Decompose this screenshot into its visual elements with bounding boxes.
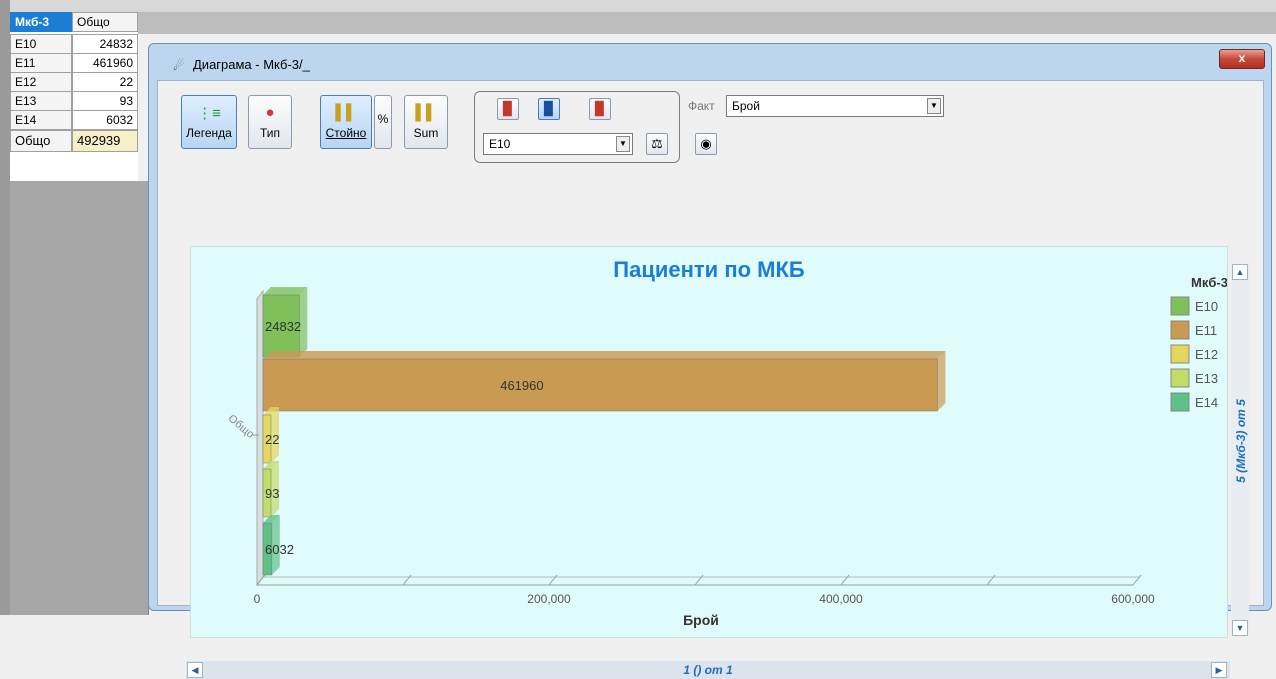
chart-area: Пациенти по МКБ 0 200,000 400,000 600,000 Бро… bbox=[190, 246, 1228, 638]
grid-row-label[interactable]: E11 bbox=[10, 53, 72, 73]
percent-label: % bbox=[377, 112, 389, 126]
fact-select[interactable]: Брой ▼ bbox=[726, 95, 944, 117]
grid-header-bar bbox=[138, 12, 1276, 34]
fact-label: Факт bbox=[688, 99, 715, 113]
grid-total-label[interactable]: Общо bbox=[10, 130, 72, 152]
values-button[interactable]: ▌▌ Стойнo bbox=[320, 95, 372, 149]
chevron-down-icon: ▼ bbox=[616, 136, 630, 152]
grid-empty-area bbox=[10, 181, 149, 615]
pie-chart-icon: ● bbox=[265, 104, 275, 121]
x-tick-label: 600,000 bbox=[1111, 592, 1155, 606]
x-tick-label: 200,000 bbox=[527, 592, 571, 606]
balance-icon[interactable]: ⚖ bbox=[646, 133, 668, 155]
legend-label-E11: E11 bbox=[1195, 323, 1217, 338]
bar-label-E10: 24832 bbox=[265, 319, 301, 334]
scroll-down-icon[interactable]: ▼ bbox=[1232, 620, 1248, 636]
series-select[interactable]: E10 ▼ bbox=[483, 133, 633, 155]
grid-header-total[interactable]: Общо bbox=[72, 12, 138, 32]
bar-stacked-icon[interactable]: ▉ bbox=[589, 98, 611, 120]
legend-swatch-E12 bbox=[1170, 344, 1190, 364]
chart-type-label: Тип bbox=[259, 126, 280, 140]
legend-swatch-E14 bbox=[1170, 392, 1190, 412]
grid-row-value[interactable]: 22 bbox=[72, 72, 138, 92]
grid-row-value[interactable]: 93 bbox=[72, 91, 138, 111]
legend-swatch-E13 bbox=[1170, 368, 1190, 388]
bar-label-E14: 6032 bbox=[265, 542, 294, 557]
bar-chart: Пациенти по МКБ 0 200,000 400,000 600,000 Бро… bbox=[226, 257, 1228, 628]
top-header-strip bbox=[10, 0, 1276, 12]
grid-row-label[interactable]: E14 bbox=[10, 110, 72, 130]
window-client: ⋮≡ Легенда ● Тип ▌▌ Стойнo % ▌▌ Sum ▉ ▉ … bbox=[157, 80, 1264, 679]
x-tick-label: 0 bbox=[254, 592, 261, 606]
legend-label-E13: E13 bbox=[1195, 371, 1218, 386]
chart-type-button[interactable]: ● Тип bbox=[248, 95, 292, 149]
bar-vertical-icon[interactable]: ▉ bbox=[497, 98, 519, 120]
camera-icon[interactable]: ◉ bbox=[695, 133, 717, 155]
sum-bars-icon: ▌▌ bbox=[415, 104, 437, 121]
bar-label-E13: 93 bbox=[265, 486, 279, 501]
grid-row-label[interactable]: E13 bbox=[10, 91, 72, 111]
grid-header-mkb[interactable]: Мкб-3 bbox=[10, 12, 72, 32]
scroll-up-icon[interactable]: ▲ bbox=[1232, 264, 1248, 280]
y-category-label: Общо bbox=[226, 412, 257, 440]
x-tick-label: 400,000 bbox=[819, 592, 863, 606]
scroll-right-icon[interactable]: ▶ bbox=[1211, 662, 1227, 678]
horizontal-scrollbar[interactable]: ◀ 1 () от 1 ▶ bbox=[186, 661, 1230, 679]
bar-label-E11: 461960 bbox=[500, 378, 543, 393]
bar-values-icon: ▌▌ bbox=[335, 104, 357, 121]
legend-label-E12: E12 bbox=[1195, 347, 1218, 362]
values-button-label: Стойнo bbox=[325, 126, 367, 140]
grid-row-label[interactable]: E12 bbox=[10, 72, 72, 92]
vertical-scrollbar[interactable]: ▲ 5 (Мкб-3) от 5 ▼ bbox=[1231, 264, 1249, 636]
left-border bbox=[0, 0, 10, 615]
series-select-value: E10 bbox=[489, 137, 511, 151]
legend-button[interactable]: ⋮≡ Легенда bbox=[181, 95, 237, 149]
percent-button[interactable]: % bbox=[374, 95, 392, 149]
grid-row-value[interactable]: 6032 bbox=[72, 110, 138, 130]
window-title: Диаграма - Мкб-3/_ bbox=[193, 57, 310, 72]
bar-side-E11 bbox=[937, 351, 946, 411]
window-titlebar[interactable]: ☄ Диаграма - Мкб-3/_ x bbox=[149, 44, 1271, 82]
legend-label-E10: E10 bbox=[1195, 299, 1218, 314]
bar-grouped-icon[interactable]: ▉ bbox=[538, 98, 560, 120]
bar-E11 bbox=[262, 358, 938, 412]
chart-window-icon: ☄ bbox=[173, 58, 185, 73]
legend-swatch-E11 bbox=[1170, 320, 1190, 340]
grid-row-value[interactable]: 24832 bbox=[72, 34, 138, 54]
x-axis-title: Брой bbox=[683, 612, 719, 628]
vertical-nav-label: 5 (Мкб-3) от 5 bbox=[1234, 399, 1248, 483]
chevron-down-icon: ▼ bbox=[927, 98, 941, 114]
legend-title: Мкб-3 bbox=[1191, 275, 1227, 290]
chart-window: ☄ Диаграма - Мкб-3/_ x ⋮≡ Легенда ● Тип … bbox=[148, 43, 1272, 679]
grid-row-label[interactable]: E10 bbox=[10, 34, 72, 54]
close-button[interactable]: x bbox=[1219, 49, 1265, 69]
horizontal-nav-label: 1 () от 1 bbox=[683, 663, 733, 677]
sum-button[interactable]: ▌▌ Sum bbox=[404, 95, 448, 149]
legend-button-label: Легенда bbox=[186, 126, 232, 140]
bar-top-E11 bbox=[263, 351, 946, 359]
grid-total-value[interactable]: 492939 bbox=[72, 130, 138, 152]
sum-label: Sum bbox=[413, 126, 439, 140]
legend-swatch-E10 bbox=[1170, 296, 1190, 316]
axis-wall bbox=[256, 289, 264, 587]
legend-icon: ⋮≡ bbox=[197, 105, 221, 122]
fact-select-value: Брой bbox=[732, 99, 760, 113]
chart-title: Пациенти по МКБ bbox=[613, 257, 805, 282]
bar-label-E12: 22 bbox=[265, 432, 279, 447]
legend-label-E14: E14 bbox=[1195, 395, 1218, 410]
grid-row-value[interactable]: 461960 bbox=[72, 53, 138, 73]
